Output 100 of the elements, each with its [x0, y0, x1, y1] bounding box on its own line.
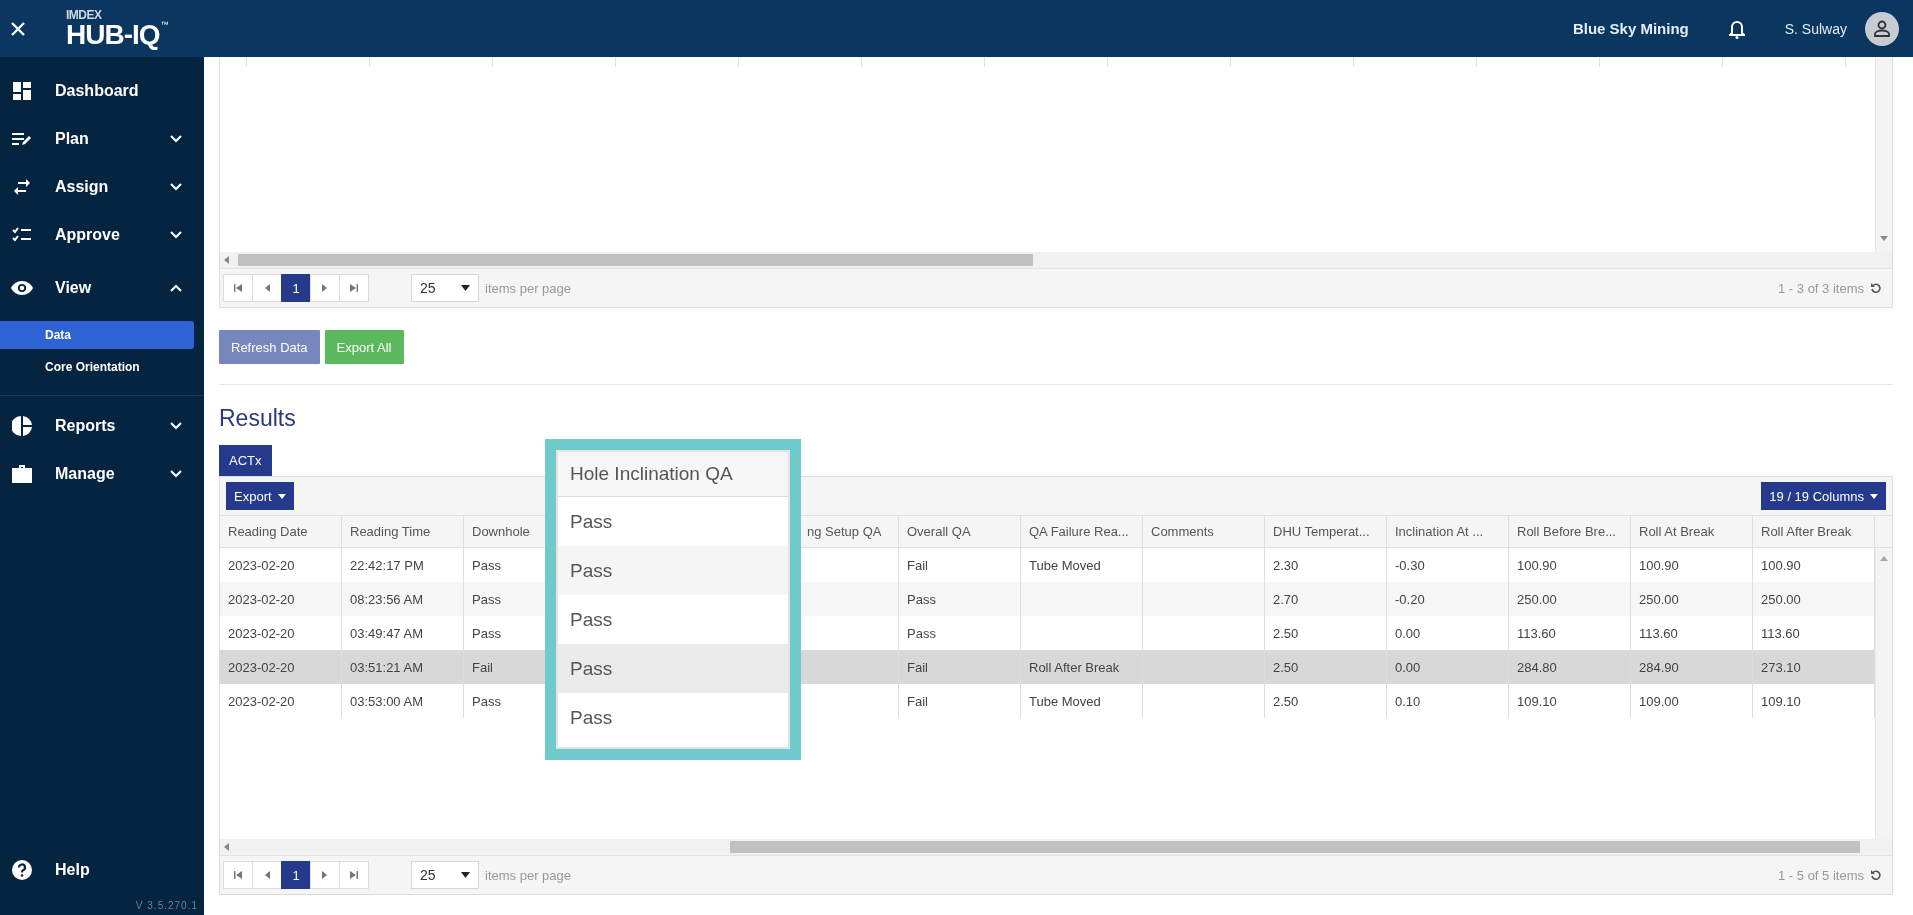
refresh-icon[interactable]: [1870, 282, 1882, 294]
table-cell: 109.10: [1509, 684, 1631, 718]
previous-page-button[interactable]: [252, 861, 282, 889]
column-header[interactable]: Inclination At ...: [1395, 524, 1484, 539]
help-link[interactable]: Help: [0, 846, 204, 894]
version-label: V 3.5.270.1: [135, 900, 199, 913]
column-header[interactable]: QA Failure Rea...: [1029, 524, 1129, 539]
table-cell: 0.10: [1387, 684, 1509, 718]
logo-product: HUB-IQ: [66, 20, 160, 49]
table-cell: 08:23:56 AM: [342, 582, 464, 616]
table-cell: 2023-02-20: [220, 684, 342, 718]
grid-icon: [13, 82, 31, 100]
table-cell: 273.10: [1753, 650, 1875, 684]
table-cell: 03:53:00 AM: [342, 684, 464, 718]
page-size-label: items per page: [485, 280, 571, 296]
refresh-icon[interactable]: [1870, 869, 1882, 881]
column-header[interactable]: Reading Date: [228, 524, 308, 539]
logo-brand: IMDEX: [66, 8, 103, 21]
chevron-icon: [170, 422, 182, 430]
bell-icon[interactable]: [1728, 18, 1745, 39]
nav-item[interactable]: Approve: [0, 211, 204, 259]
table-cell: 250.00: [1753, 582, 1875, 616]
table-cell: 284.90: [1631, 650, 1753, 684]
tab[interactable]: ACTx: [219, 445, 272, 476]
columns-dropdown-button[interactable]: 19 / 19 Columns: [1761, 482, 1886, 510]
next-page-icon: [321, 871, 329, 879]
page-number-button[interactable]: 1: [281, 861, 311, 889]
table-cell: 2.50: [1265, 684, 1387, 718]
first-page-button[interactable]: [223, 861, 253, 889]
scroll-left-icon[interactable]: [224, 256, 230, 264]
nav-item[interactable]: Assign: [0, 163, 204, 211]
first-page-icon: [234, 284, 242, 292]
export-dropdown-button[interactable]: Export: [226, 482, 294, 510]
callout-header: Hole Inclination QA: [558, 452, 788, 497]
chevron-icon: [170, 183, 182, 191]
column-header[interactable]: Roll At Break: [1639, 524, 1715, 539]
user-name[interactable]: S. Sulway: [1784, 20, 1847, 37]
column-header[interactable]: Comments: [1151, 524, 1214, 539]
previous-page-icon: [263, 871, 271, 879]
page-size-dropdown[interactable]: 25: [411, 274, 479, 302]
section-title: Results: [219, 405, 297, 432]
avatar-icon[interactable]: [1865, 11, 1899, 46]
swap-arrows-icon: [12, 179, 32, 195]
callout-cell-text: Pass: [569, 509, 614, 534]
horizontal-scrollbar[interactable]: [220, 839, 1892, 855]
table-cell: 109.00: [1631, 684, 1753, 718]
vertical-scrollbar[interactable]: [1875, 548, 1892, 839]
close-icon[interactable]: [10, 20, 26, 37]
callout-cell: Pass: [558, 546, 788, 595]
column-header[interactable]: Roll After Break: [1761, 524, 1852, 539]
nav-item[interactable]: Reports: [0, 402, 204, 450]
scroll-left-icon[interactable]: [224, 843, 230, 851]
nav-item[interactable]: Dashboard: [0, 67, 204, 115]
first-page-icon: [234, 871, 242, 879]
table-cell: 2023-02-20: [220, 650, 342, 684]
table-cell: Pass: [899, 582, 1021, 616]
last-page-icon: [350, 284, 358, 292]
column-header[interactable]: ng Setup QA: [807, 524, 882, 539]
previous-page-icon: [263, 284, 271, 292]
checklist-icon: [12, 227, 32, 243]
help-icon: [12, 860, 32, 880]
table-cell: Roll After Break: [1021, 650, 1143, 684]
last-page-button[interactable]: [339, 274, 369, 302]
column-header[interactable]: Downhole: [472, 524, 530, 539]
table-cell: 2023-02-20: [220, 582, 342, 616]
item-count: 1 - 3 of 3 items: [1778, 280, 1864, 296]
last-page-icon: [350, 871, 358, 879]
next-page-button[interactable]: [310, 861, 340, 889]
column-header[interactable]: DHU Temperat...: [1273, 524, 1370, 539]
organization-name[interactable]: Blue Sky Mining: [1572, 20, 1689, 37]
chevron-icon: [170, 135, 182, 143]
callout-cell: Pass: [558, 644, 788, 693]
chevron-icon: [170, 470, 182, 478]
table-cell: 0.00: [1387, 650, 1509, 684]
table-cell: 250.00: [1509, 582, 1631, 616]
column-header[interactable]: Overall QA: [907, 524, 971, 539]
scroll-down-icon[interactable]: [1880, 236, 1888, 242]
nav-subitem[interactable]: Data: [0, 321, 194, 349]
nav-item[interactable]: View: [0, 259, 204, 317]
list-edit-icon: [12, 131, 32, 147]
first-page-button[interactable]: [223, 274, 253, 302]
table-cell: 03:51:21 AM: [342, 650, 464, 684]
horizontal-scrollbar[interactable]: [220, 252, 1892, 268]
next-page-button[interactable]: [310, 274, 340, 302]
vertical-scrollbar[interactable]: [1875, 57, 1892, 252]
nav-item[interactable]: Manage: [0, 450, 204, 498]
column-header[interactable]: Roll Before Bre...: [1517, 524, 1616, 539]
chevron-icon: [170, 284, 182, 292]
page-size-dropdown[interactable]: 25: [411, 861, 479, 889]
previous-page-button[interactable]: [252, 274, 282, 302]
caret-icon: [277, 493, 286, 499]
page-number-button[interactable]: 1: [281, 274, 311, 302]
column-header[interactable]: Reading Time: [350, 524, 431, 539]
briefcase-icon: [12, 465, 32, 483]
table-cell: -0.20: [1387, 582, 1509, 616]
nav-subitem[interactable]: Core Orientation: [0, 353, 194, 381]
nav-item[interactable]: Plan: [0, 115, 204, 163]
item-count: 1 - 5 of 5 items: [1778, 867, 1864, 883]
last-page-button[interactable]: [339, 861, 369, 889]
refresh-button[interactable]: Refresh Data: [219, 330, 320, 364]
